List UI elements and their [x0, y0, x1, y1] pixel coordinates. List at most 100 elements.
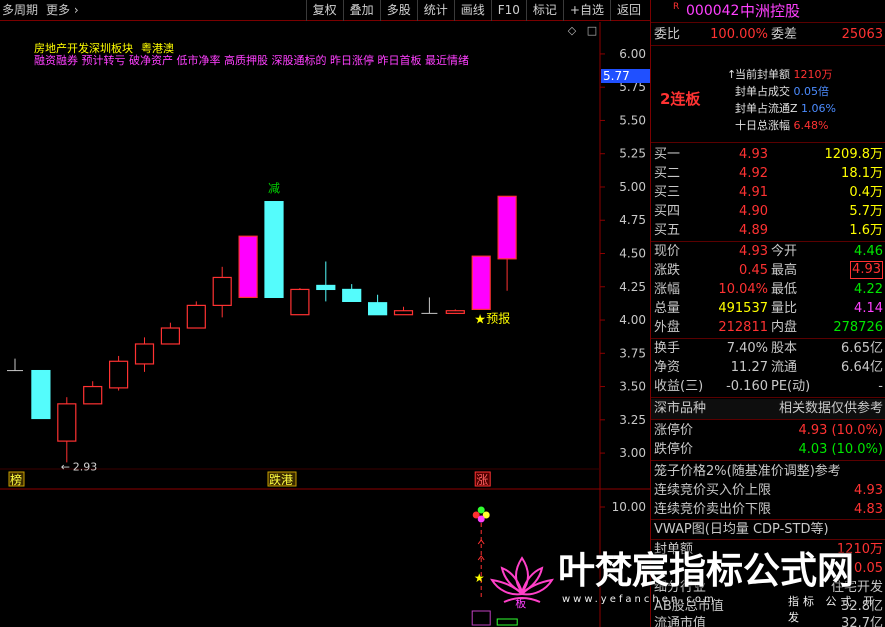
candle-body	[160, 327, 180, 345]
kline-chart[interactable]: 6.005.755.505.255.004.754.504.254.003.75…	[0, 0, 650, 627]
stat-value: 0.45	[739, 263, 768, 278]
candle-body	[238, 235, 258, 299]
stat-value: 212811	[718, 320, 768, 335]
order-ratio-value: 100.00%	[710, 27, 768, 42]
candle-body	[290, 288, 310, 316]
divider	[651, 22, 885, 23]
vwap-row[interactable]: VWAP图(日均量 CDP-STD等)	[651, 520, 885, 539]
stat-label: 今开	[771, 244, 798, 259]
limit-up-label: 涨停价	[654, 423, 694, 438]
stat-label: 总量	[654, 301, 681, 316]
stat-value: 4.93	[739, 244, 768, 259]
bid-row[interactable]: 买二 4.92 18.1万	[651, 164, 885, 183]
signal-balloon-icon	[477, 515, 485, 523]
strip-marker-label: 跌港	[269, 472, 293, 487]
bid-volume: 18.1万	[841, 166, 883, 181]
candle-body	[108, 360, 129, 389]
stat-label: 量比	[771, 301, 798, 316]
bid-row[interactable]: 买五 4.89 1.6万	[651, 221, 885, 240]
y-tick-label: 3.50	[619, 380, 646, 394]
fin-value: -	[878, 379, 883, 394]
cage-label: 连续竞价卖出价下限	[654, 502, 772, 517]
bid-label: 买二	[654, 166, 681, 181]
seal-row: 封单占流通Z 1.06%	[735, 101, 836, 117]
limit-down-value: 4.03 (10.0%)	[798, 442, 883, 457]
cage-title: 笼子价格2%(随基准价调整)参考	[654, 464, 841, 479]
candle-body	[264, 201, 284, 299]
candle-body	[445, 310, 465, 314]
seal-row-value: 1.06%	[801, 102, 836, 115]
stock-name: 中洲控股	[740, 2, 801, 20]
limit-down-label: 跌停价	[654, 442, 694, 457]
star-icon: ★	[474, 312, 486, 327]
star-icon: ★	[474, 571, 485, 585]
vwap-label: VWAP图(日均量 CDP-STD等)	[654, 522, 829, 537]
bid-row[interactable]: 买四 4.90 5.7万	[651, 202, 885, 221]
divider	[651, 397, 885, 398]
bid-label: 买一	[654, 147, 681, 162]
bid-row[interactable]: 买三 4.91 0.4万	[651, 183, 885, 202]
candle-body	[342, 288, 362, 303]
fin-label: 换手	[654, 341, 681, 356]
bid-price: 4.92	[739, 166, 768, 181]
cage-row: 连续竞价买入价上限 4.93	[651, 481, 885, 500]
divider	[651, 460, 885, 461]
stat-label: 内盘	[771, 320, 798, 335]
bid-volume: 1.6万	[849, 223, 883, 238]
candle-body	[31, 369, 51, 420]
market-row: 深市品种 相关数据仅供参考	[651, 399, 885, 419]
signal-balloon-icon	[477, 506, 485, 514]
bid-row[interactable]: 买一 4.93 1209.8万	[651, 145, 885, 164]
stat-label: 最低	[771, 282, 798, 297]
stat-value: 4.14	[854, 301, 883, 316]
limit-row: 涨停价 4.93 (10.0%)	[651, 421, 885, 440]
candle-body	[134, 343, 155, 365]
bid-label: 买四	[654, 204, 681, 219]
y-tick-label: 4.75	[619, 213, 646, 227]
candle-body	[497, 195, 517, 260]
fin-value: 6.64亿	[841, 360, 883, 375]
bid-label: 买三	[654, 185, 681, 200]
stat-value: 278726	[833, 320, 883, 335]
limit-row: 跌停价 4.03 (10.0%)	[651, 440, 885, 459]
square-icon[interactable]: □	[586, 25, 598, 37]
bid-volume: 0.4万	[849, 185, 883, 200]
quote-panel: R 000042 中洲控股 委比 100.00% 委差 25063 2连板 ↑ 当…	[650, 0, 885, 627]
y-tick-label: 5.50	[619, 113, 646, 127]
stat-label: 涨幅	[654, 282, 681, 297]
reduce-marker-label: 减	[268, 182, 280, 196]
fin-label: 收益(三)	[654, 379, 704, 394]
divider	[651, 45, 885, 46]
arrow-up-icon	[477, 539, 485, 545]
fin-value: 7.40%	[726, 341, 768, 356]
watermark-title: 叶梵宸指标公式网	[558, 549, 854, 592]
y-tick-label: 6.00	[619, 47, 646, 61]
extra-value: 0.05	[854, 561, 883, 576]
seal-row-value: 0.05倍	[793, 85, 830, 98]
vol-tick-label: 10.00	[612, 500, 646, 514]
extra-label: 流通市值	[654, 616, 707, 627]
watermark-url: www.yefanchen.com	[562, 594, 717, 605]
stat-row: 现价 4.93 今开 4.46	[651, 242, 885, 261]
fin-value: -0.160	[726, 379, 768, 394]
lotus-logo-icon	[490, 556, 554, 603]
candle-body	[368, 302, 388, 316]
order-diff-value: 25063	[841, 27, 883, 42]
stat-row: 总量 491537 量比 4.14	[651, 299, 885, 318]
forecast-marker-label: 预报	[486, 310, 510, 325]
y-tick-label: 3.00	[619, 446, 646, 460]
fin-row: 换手 7.40% 股本 6.65亿	[651, 339, 885, 358]
fin-label: 净资	[654, 360, 681, 375]
seal-row-label: 封单占流通Z	[735, 102, 798, 115]
stock-header[interactable]: R 000042 中洲控股	[651, 0, 885, 22]
signal-bar-icon	[496, 618, 518, 626]
seal-row-label: 当前封单额	[735, 68, 790, 81]
tag-annotation: 融资融券 预计转亏 破净资产 低市净率 高质押股 深股通标的 昨日涨停 昨日首板…	[34, 54, 469, 67]
stat-label: 外盘	[654, 320, 681, 335]
seal-row: 十日总涨幅 6.48%	[735, 118, 828, 134]
diamond-icon[interactable]: ◇	[566, 25, 578, 37]
market-label: 深市品种	[654, 401, 707, 416]
stat-value: 491537	[718, 301, 768, 316]
cage-row: 连续竞价卖出价下限 4.83	[651, 500, 885, 519]
stat-value: 4.46	[854, 244, 883, 259]
